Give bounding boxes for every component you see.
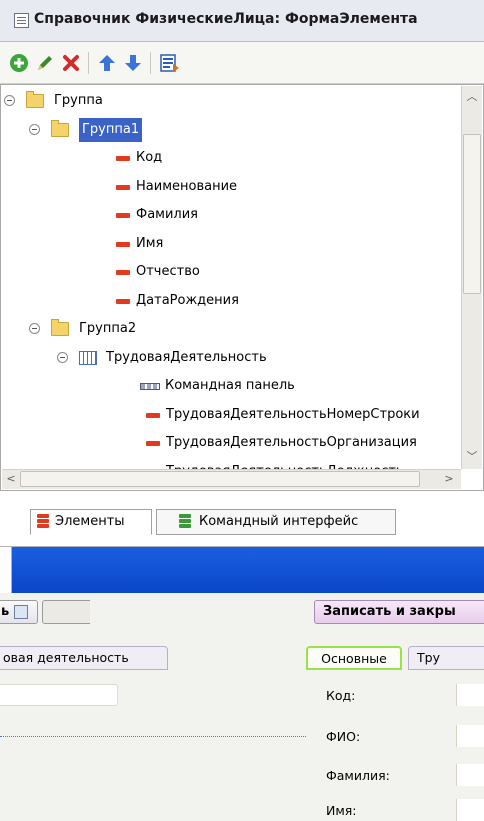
save-close-button[interactable]: Записать и закры: [314, 600, 484, 624]
folder-icon: [51, 319, 69, 336]
scroll-left-arrow-icon[interactable]: <: [2, 470, 20, 488]
table-icon: [79, 350, 97, 365]
field-marker-icon: [116, 213, 130, 218]
tree-item[interactable]: Группа1: [1, 117, 459, 142]
field-marker-icon: [146, 412, 160, 418]
tree-item-label: Код: [136, 150, 163, 165]
scroll-right-arrow-icon[interactable]: >: [440, 470, 458, 488]
pencil-icon[interactable]: [34, 52, 56, 74]
fio-input[interactable]: [456, 725, 484, 747]
arrow-down-icon[interactable]: [122, 52, 144, 74]
name-input[interactable]: [456, 799, 484, 821]
vertical-scroll-thumb[interactable]: [463, 134, 481, 294]
tree-item[interactable]: ДатаРождения: [1, 289, 459, 313]
tree-item[interactable]: Наименование: [1, 175, 459, 199]
tree-item[interactable]: Отчество: [1, 260, 459, 284]
tab-elements-label: Элементы: [55, 514, 125, 529]
tab-elements[interactable]: Элементы: [30, 509, 152, 535]
tab-next-label: Тру: [417, 650, 440, 665]
tree-item[interactable]: Код: [1, 146, 459, 170]
collapse-toggle-icon[interactable]: [29, 123, 40, 135]
tree-item-label: Отчество: [136, 264, 200, 279]
tab-command-interface[interactable]: Командный интерфейс: [156, 509, 396, 535]
tab-next[interactable]: Тру: [408, 646, 484, 670]
form-window-icon: [14, 13, 29, 28]
tree-item-label: ТрудоваяДеятельностьОрганизация: [166, 435, 417, 450]
tree-item[interactable]: Группа: [1, 89, 459, 113]
surname-label: Фамилия:: [326, 768, 390, 783]
command-panel-icon: [140, 383, 160, 390]
vertical-scrollbar[interactable]: ︿ ﹀: [461, 86, 482, 469]
tree-item[interactable]: ТрудоваяДеятельность: [1, 346, 459, 370]
tree-item-label: ТрудоваяДеятельностьНомерСтроки: [166, 406, 420, 422]
surname-input[interactable]: [456, 764, 484, 786]
arrow-up-icon[interactable]: [96, 52, 118, 74]
dotted-separator: [0, 736, 306, 738]
toolbar-separator: [88, 52, 89, 74]
toolbar: [0, 42, 484, 84]
tree-item-label: Фамилия: [136, 207, 198, 222]
scroll-down-arrow-icon[interactable]: ﹀: [463, 448, 481, 466]
tree-item-label: Группа1: [79, 117, 143, 142]
cross-icon[interactable]: [60, 52, 82, 74]
window-titlebar: Справочник ФизическиеЛица: ФормаЭлемента: [0, 0, 484, 42]
folder-icon: [26, 91, 44, 108]
tree-item-label: Наименование: [136, 178, 238, 194]
field-marker-icon: [116, 156, 130, 161]
field-marker-icon: [116, 241, 130, 247]
tree-item-label: Группа2: [79, 321, 137, 336]
tab-work-activity[interactable]: овая деятельность: [0, 646, 168, 670]
form-icon[interactable]: [158, 52, 180, 74]
tree-tabs: Элементы Командный интерфейс: [0, 491, 484, 547]
save-close-label: Записать и закры: [323, 604, 456, 619]
tab-work-activity-label: овая деятельность: [3, 650, 129, 665]
name-label: Имя:: [326, 803, 357, 818]
code-input[interactable]: [456, 684, 484, 706]
tree-item[interactable]: Командная панель: [1, 374, 459, 398]
elements-tree: Группа Группа1 Код Наименование Фамилия Имя От…: [0, 84, 484, 491]
folder-icon: [51, 119, 69, 137]
tree-item-label: Группа: [54, 93, 103, 108]
preview-title-bar: [12, 547, 484, 593]
command-interface-tab-icon: [179, 514, 191, 529]
preview-left-button[interactable]: ь: [0, 600, 38, 624]
horizontal-scroll-thumb[interactable]: [20, 471, 420, 487]
tree-item[interactable]: Группа2: [1, 317, 459, 341]
elements-tab-icon: [37, 514, 49, 529]
tab-main[interactable]: Основные: [306, 646, 402, 670]
tree-item-label: ДатаРождения: [136, 292, 239, 308]
window-title: Справочник ФизическиеЛица: ФормаЭлемента: [34, 11, 418, 27]
tree-item[interactable]: ТрудоваяДеятельностьОрганизация: [1, 431, 459, 455]
preview-overlay: [90, 594, 290, 624]
left-input-field[interactable]: [0, 684, 118, 706]
scroll-up-arrow-icon[interactable]: ︿: [463, 88, 481, 106]
plus-circle-icon[interactable]: [8, 52, 30, 74]
collapse-toggle-icon[interactable]: [57, 351, 68, 363]
save-icon: [14, 605, 28, 619]
tree-item-label: Командная панель: [165, 378, 295, 393]
tree-item[interactable]: Имя: [1, 232, 459, 256]
toolbar-separator: [150, 52, 151, 74]
tab-main-label: Основные: [321, 651, 387, 666]
field-marker-icon: [116, 298, 130, 304]
preview-command-bar: ь Записать и закры: [0, 594, 484, 626]
tree-item-label: ТрудоваяДеятельность: [106, 349, 267, 365]
tab-command-interface-label: Командный интерфейс: [199, 514, 359, 529]
form-preview: [0, 593, 484, 821]
field-marker-icon: [146, 441, 160, 446]
tree-item[interactable]: ТрудоваяДеятельностьНомерСтроки: [1, 403, 459, 427]
field-marker-icon: [116, 184, 130, 190]
tree-item-label: Имя: [136, 235, 164, 251]
preview-left-button-label: ь: [1, 604, 10, 619]
tree-item[interactable]: Фамилия: [1, 203, 459, 227]
field-marker-icon: [116, 270, 130, 275]
fio-label: ФИО:: [326, 729, 361, 744]
code-label: Код:: [326, 688, 356, 703]
collapse-toggle-icon[interactable]: [4, 95, 15, 106]
preview-left-edge: [0, 547, 12, 593]
horizontal-scrollbar[interactable]: < >: [2, 469, 461, 489]
collapse-toggle-icon[interactable]: [29, 323, 40, 334]
